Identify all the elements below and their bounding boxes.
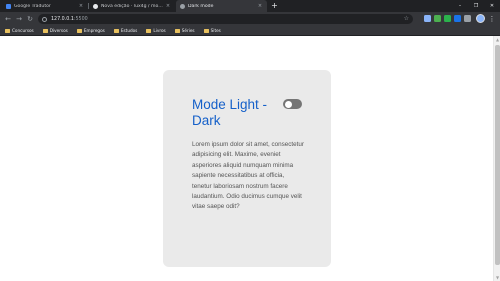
browser-toolbar: ← → ↻ 127.0.0.1 :5500 ☆ ⋮ [0,12,500,26]
card-body-text: Lorem ipsum dolor sit amet, consectetur … [192,141,304,211]
bookmarks-bar: Concursos Diversos Empregos Estudos Livr… [0,26,500,36]
bookmark-folder[interactable]: Concursos [5,28,34,33]
profile-avatar[interactable] [476,14,485,23]
toggle-knob [285,100,292,108]
translate-extension-icon[interactable] [424,15,431,22]
bookmark-label: Diversos [49,28,68,33]
close-icon[interactable]: × [165,3,171,9]
minimize-button[interactable]: – [452,0,468,12]
globe-icon [180,3,185,9]
maximize-button[interactable]: ❐ [468,0,484,12]
page-title: Mode Light - Dark [192,97,268,128]
blue-extension-icon[interactable] [454,15,461,22]
folder-icon [113,28,119,33]
feedly-extension-icon[interactable] [444,15,451,22]
bookmark-folder[interactable]: Sites [203,28,221,33]
bookmark-folder[interactable]: Séries [174,28,195,33]
page-viewport: Mode Light - Dark Lorem ipsum dolor sit … [0,36,500,281]
mode-card: Mode Light - Dark Lorem ipsum dolor sit … [163,70,331,267]
bookmark-label: Séries [181,28,195,33]
bookmark-folder[interactable]: Livros [146,28,166,33]
forward-arrow-icon[interactable]: → [14,14,24,24]
address-bar[interactable]: 127.0.0.1 :5500 ☆ [38,14,413,24]
folder-icon [174,28,180,33]
folder-icon [76,28,82,33]
gray-extension-icon[interactable] [464,15,471,22]
tab-title: Google Tradutor [14,3,51,9]
bookmark-label: Estudos [120,28,138,33]
scroll-thumb[interactable] [495,45,500,265]
bookmark-label: Empregos [83,28,105,33]
tab-title: Dark mode [188,3,214,9]
folder-icon [5,28,10,33]
bookmark-folder[interactable]: Estudos [113,28,138,33]
folder-icon [146,28,152,33]
folder-icon [42,28,48,33]
scroll-up-icon[interactable]: ▲ [494,36,500,43]
vertical-scrollbar[interactable]: ▲ ▼ [493,36,500,281]
tab-google-tradutor[interactable]: Google Tradutor × [2,0,88,12]
url-port: :5500 [73,16,88,22]
close-icon[interactable]: × [257,3,263,9]
folder-icon [203,28,209,33]
tab-dark-mode[interactable]: Dark mode × [176,0,267,12]
bookmark-folder[interactable]: Diversos [42,28,68,33]
github-icon [93,3,98,9]
close-window-button[interactable]: ✕ [484,0,500,12]
green-extension-icon[interactable] [434,15,441,22]
reload-icon[interactable]: ↻ [25,14,35,24]
google-translate-icon [6,3,11,9]
dark-mode-toggle[interactable] [283,99,302,109]
star-icon[interactable]: ☆ [404,14,409,24]
bookmark-folder[interactable]: Empregos [76,28,105,33]
bookmark-label: Sites [210,28,221,33]
url-host: 127.0.0.1 [51,16,74,22]
new-tab-button[interactable]: + [270,1,279,10]
scroll-down-icon[interactable]: ▼ [494,274,500,281]
back-arrow-icon[interactable]: ← [3,14,13,24]
tab-title: Nova edição · lux4g / modo esc... [101,3,165,9]
info-icon[interactable] [42,16,47,22]
tab-github-edit[interactable]: Nova edição · lux4g / modo esc... × [89,0,175,12]
kebab-menu-icon[interactable]: ⋮ [488,14,496,24]
bookmark-label: Livros [153,28,166,33]
browser-tab-strip: Google Tradutor × Nova edição · lux4g / … [0,0,500,12]
close-icon[interactable]: × [78,3,84,9]
bookmark-label: Concursos [12,28,34,33]
